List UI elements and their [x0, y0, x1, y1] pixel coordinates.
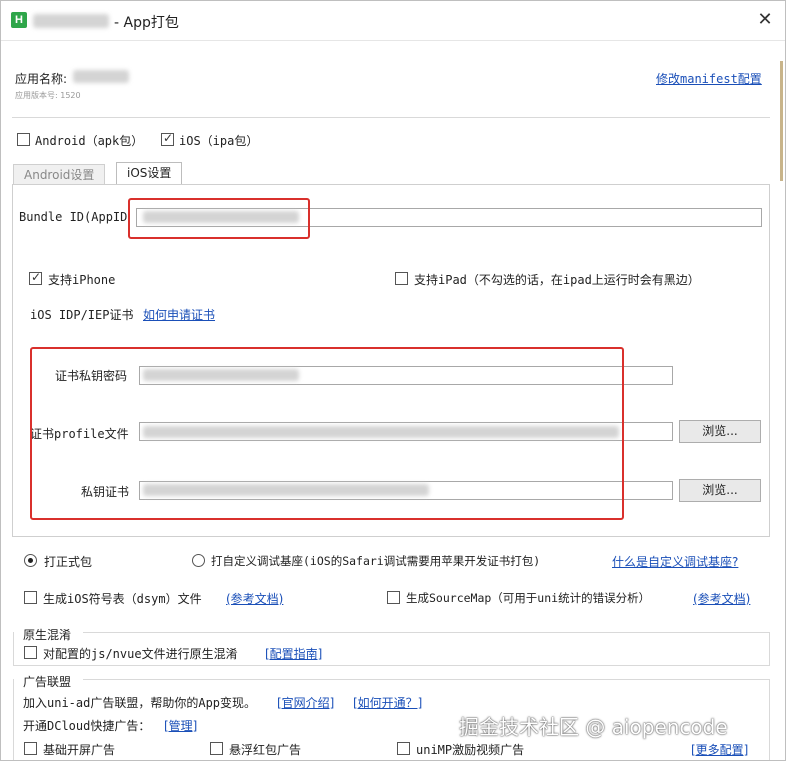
ads-divider [83, 679, 770, 680]
cert-label: iOS IDP/IEP证书 [30, 308, 134, 322]
title-bar: H - App打包 ✕ [1, 1, 785, 41]
browse-profile-button[interactable]: 浏览... [679, 420, 761, 443]
browse-cert-button[interactable]: 浏览... [679, 479, 761, 502]
blurred-app-name [73, 70, 129, 83]
obfuscation-title: 原生混淆 [23, 628, 72, 642]
hbuilder-app-icon: H [11, 12, 27, 28]
window-edge-accent [780, 61, 783, 181]
support-ipad-label: 支持iPad（不勾选的话，在ipad上运行时会有黑边） [414, 273, 700, 287]
ads-intro-text: 加入uni-ad广告联盟，帮助你的App变现。 [23, 696, 257, 710]
support-iphone-label: 支持iPhone [48, 273, 116, 287]
ios-label: iOS（ipa包） [179, 134, 259, 148]
formal-build-label: 打正式包 [44, 555, 93, 569]
support-iphone-checkbox[interactable] [29, 270, 42, 285]
edit-manifest-link[interactable]: 修改manifest配置 [656, 70, 762, 87]
how-to-apply-cert-link[interactable]: 如何申请证书 [143, 306, 215, 323]
obfuscation-guide-link[interactable]: [配置指南] [265, 645, 322, 662]
custom-base-help-link[interactable]: 什么是自定义调试基座? [612, 553, 738, 570]
splash-ad-checkbox[interactable] [24, 742, 37, 755]
blurred-project-name [33, 14, 109, 28]
app-pack-dialog: H - App打包 ✕ 应用名称: 应用版本号: 1520 修改manifest… [0, 0, 786, 761]
dsym-checkbox[interactable] [24, 591, 37, 604]
obfuscation-label: 对配置的js/nvue文件进行原生混淆 [43, 647, 238, 661]
reward-video-ad-label: uniMP激励视频广告 [416, 743, 525, 757]
obfuscation-divider [83, 632, 770, 633]
custom-base-label: 打自定义调试基座(iOS的Safari调试需要用苹果开发证书打包) [211, 554, 541, 568]
obfuscation-checkbox[interactable] [24, 646, 37, 659]
sourcemap-label: 生成SourceMap（可用于uni统计的错误分析） [406, 591, 651, 605]
redpacket-ad-label: 悬浮红包广告 [229, 743, 302, 757]
ios-checkbox[interactable] [161, 131, 174, 146]
dsym-label: 生成iOS符号表（dsym）文件 [43, 592, 202, 606]
reward-video-ad-checkbox[interactable] [397, 742, 410, 755]
ads-how-to-open-link[interactable]: [如何开通？] [353, 694, 422, 711]
quick-ad-manage-link[interactable]: [管理] [164, 717, 197, 734]
sourcemap-docs-link[interactable]: (参考文档) [693, 590, 750, 607]
sourcemap-checkbox[interactable] [387, 591, 400, 604]
ads-title: 广告联盟 [23, 675, 72, 689]
tab-android-settings[interactable]: Android设置 [13, 164, 106, 186]
tab-ios-settings[interactable]: iOS设置 [116, 162, 183, 186]
more-ad-config-link[interactable]: [更多配置] [691, 741, 748, 758]
android-label: Android（apk包） [35, 134, 144, 148]
android-checkbox[interactable] [17, 133, 30, 146]
quick-ad-text: 开通DCloud快捷广告： [23, 719, 151, 733]
ads-official-intro-link[interactable]: [官网介绍] [277, 694, 334, 711]
header-divider [12, 117, 770, 118]
bundle-id-label: Bundle ID(AppID [19, 210, 128, 224]
watermark-text: 掘金技术社区 @ aiopencode [459, 715, 728, 739]
bundle-id-highlight-box [128, 198, 310, 239]
close-icon[interactable]: ✕ [753, 9, 777, 33]
custom-base-radio[interactable] [192, 554, 205, 567]
redpacket-ad-checkbox[interactable] [210, 742, 223, 755]
window-title: - App打包 [114, 15, 179, 31]
certificates-highlight-box [30, 347, 624, 520]
app-name-label: 应用名称: [15, 72, 68, 86]
app-version-note: 应用版本号: 1520 [15, 91, 81, 100]
splash-ad-label: 基础开屏广告 [43, 743, 116, 757]
support-ipad-checkbox[interactable] [395, 272, 408, 285]
dsym-docs-link[interactable]: (参考文档) [226, 590, 283, 607]
formal-build-radio[interactable] [24, 554, 37, 567]
